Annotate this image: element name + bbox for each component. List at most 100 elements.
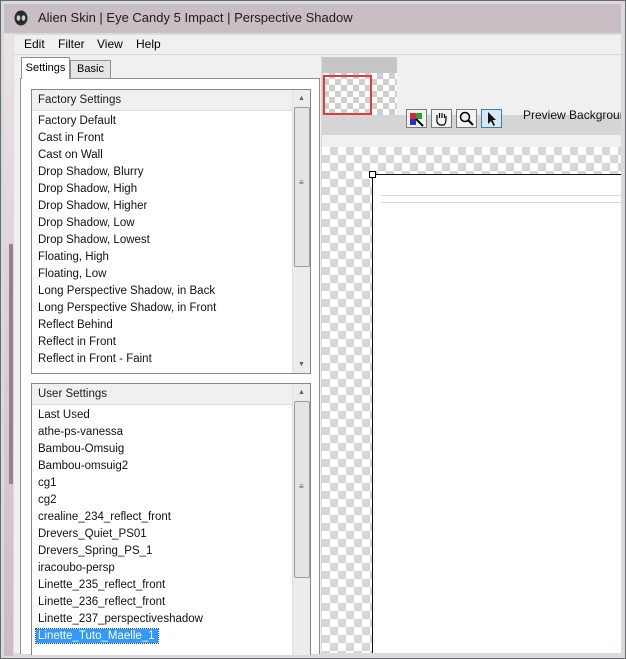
user-settings-items: Last Used athe-ps-vanessa Bambou-Omsuig Bam… <box>32 407 290 645</box>
list-item[interactable]: Reflect in Front <box>32 334 290 351</box>
list-item-label: Drop Shadow, Higher <box>38 200 148 212</box>
list-item[interactable]: Drevers_Quiet_PS01 <box>32 526 290 543</box>
list-item-label: Linette_Tuto_Maelle_1 <box>35 628 159 644</box>
user-settings-list[interactable]: User Settings Last Used athe-ps-vanessa Ba… <box>31 383 311 655</box>
list-item-label: Drop Shadow, Low <box>38 217 135 229</box>
list-item[interactable]: Drop Shadow, Blurry <box>32 164 290 181</box>
list-item-label: Last Used <box>38 409 90 421</box>
list-item[interactable]: athe-ps-vanessa <box>32 424 290 441</box>
list-item[interactable]: Factory Default <box>32 113 290 130</box>
list-item[interactable]: Floating, Low <box>32 266 290 283</box>
list-item[interactable]: iracoubo-persp <box>32 560 290 577</box>
list-item[interactable]: Bambou-omsuig2 <box>32 458 290 475</box>
list-item-label: crealine_234_reflect_front <box>38 511 171 523</box>
settings-tab-content: Factory Settings Factory Default Cast in … <box>20 78 320 655</box>
list-item-label: Linette_236_reflect_front <box>38 596 166 608</box>
scroll-down-icon[interactable]: ▼ <box>293 356 310 373</box>
list-item[interactable]: cg2 <box>32 492 290 509</box>
window-edge-bar <box>9 244 13 484</box>
scroll-thumb[interactable]: ≡ <box>294 107 310 267</box>
list-item-label: Floating, Low <box>38 268 107 280</box>
list-item[interactable]: Long Perspective Shadow, in Back <box>32 283 290 300</box>
app-window: Alien Skin | Eye Candy 5 Impact | Perspe… <box>0 0 626 659</box>
menu-filter[interactable]: Filter <box>58 37 85 51</box>
color-picker-button[interactable] <box>406 109 427 128</box>
list-item-label: Drevers_Spring_PS_1 <box>38 545 153 557</box>
list-item-label: cg2 <box>38 494 57 506</box>
scroll-thumb[interactable]: ≡ <box>294 401 310 578</box>
menu-view[interactable]: View <box>97 37 123 51</box>
list-item[interactable]: crealine_234_reflect_front <box>32 509 290 526</box>
list-item-label: Bambou-omsuig2 <box>38 460 129 472</box>
list-item[interactable]: Drevers_Spring_PS_1 <box>32 543 290 560</box>
shadow-handle[interactable] <box>369 171 376 178</box>
list-item[interactable]: cg1 <box>32 475 290 492</box>
grip-icon: ≡ <box>299 482 304 491</box>
user-settings-header: User Settings <box>32 384 296 405</box>
list-item-label: Cast in Front <box>38 132 104 144</box>
menu-edit[interactable]: Edit <box>24 37 45 51</box>
preview-line <box>381 202 621 203</box>
list-item[interactable]: Long Perspective Shadow, in Front <box>32 300 290 317</box>
preview-background-label[interactable]: Preview Background <box>523 108 621 122</box>
list-item[interactable]: Drop Shadow, High <box>32 181 290 198</box>
list-item[interactable]: Bambou-Omsuig <box>32 441 290 458</box>
select-button[interactable] <box>481 109 502 128</box>
navigator-view-frame[interactable] <box>323 75 372 115</box>
list-item-label: iracoubo-persp <box>38 562 115 574</box>
menu-bar: Edit Filter View Help <box>14 35 621 55</box>
user-scrollbar[interactable]: ▲ ≡ <box>292 384 310 655</box>
color-picker-icon <box>410 113 424 127</box>
list-item-label: Drop Shadow, Blurry <box>38 166 144 178</box>
factory-settings-header: Factory Settings <box>32 90 296 111</box>
list-item-label: Reflect Behind <box>38 319 113 331</box>
list-item-label: Factory Default <box>38 115 116 127</box>
menu-help[interactable]: Help <box>136 37 161 51</box>
alien-skin-icon <box>14 10 28 26</box>
preview-canvas[interactable] <box>322 147 621 653</box>
list-item[interactable]: Linette_237_perspectiveshadow <box>32 611 290 628</box>
list-item-label: Linette_235_reflect_front <box>38 579 166 591</box>
list-item[interactable]: Reflect in Front - Faint <box>32 351 290 368</box>
list-item-label: Bambou-Omsuig <box>38 443 125 455</box>
window-edge <box>4 34 13 656</box>
list-item-label: Floating, High <box>38 251 109 263</box>
title-bar: Alien Skin | Eye Candy 5 Impact | Perspe… <box>4 4 621 33</box>
pan-button[interactable] <box>431 109 452 128</box>
list-item-label: Long Perspective Shadow, in Back <box>38 285 216 297</box>
list-item-label: Drevers_Quiet_PS01 <box>38 528 147 540</box>
scroll-up-icon[interactable]: ▲ <box>293 90 310 107</box>
list-item[interactable]: Linette_235_reflect_front <box>32 577 290 594</box>
list-item[interactable]: Last Used <box>32 407 290 424</box>
list-item[interactable]: Reflect Behind <box>32 317 290 334</box>
factory-scrollbar[interactable]: ▲ ≡ ▼ <box>292 90 310 373</box>
list-item[interactable]: Linette_Tuto_Maelle_1 <box>32 628 290 645</box>
list-item-label: Cast on Wall <box>38 149 103 161</box>
list-item[interactable]: Drop Shadow, Lowest <box>32 232 290 249</box>
list-item-label: Long Perspective Shadow, in Front <box>38 302 217 314</box>
list-item-label: Reflect in Front - Faint <box>38 353 152 365</box>
tab-settings[interactable]: Settings <box>21 57 70 79</box>
factory-settings-list[interactable]: Factory Settings Factory Default Cast in … <box>31 89 311 374</box>
preview-line <box>381 195 621 196</box>
scroll-up-icon[interactable]: ▲ <box>293 384 310 401</box>
window-title: Alien Skin | Eye Candy 5 Impact | Perspe… <box>38 10 353 25</box>
preview-image <box>372 174 621 653</box>
list-item[interactable]: Linette_236_reflect_front <box>32 594 290 611</box>
list-item-label: Drop Shadow, Lowest <box>38 234 150 246</box>
zoom-icon <box>459 111 474 126</box>
list-item[interactable]: Drop Shadow, Low <box>32 215 290 232</box>
list-item[interactable]: Drop Shadow, Higher <box>32 198 290 215</box>
list-item-label: Reflect in Front <box>38 336 116 348</box>
list-item-label: Linette_237_perspectiveshadow <box>38 613 203 625</box>
navigator-thumbnail[interactable] <box>322 57 397 117</box>
arrow-pointer-icon <box>488 112 496 126</box>
list-item-label: Drop Shadow, High <box>38 183 138 195</box>
list-item[interactable]: Floating, High <box>32 249 290 266</box>
list-item[interactable]: Cast in Front <box>32 130 290 147</box>
list-item[interactable]: Cast on Wall <box>32 147 290 164</box>
zoom-button[interactable] <box>456 109 477 128</box>
list-item-label: athe-ps-vanessa <box>38 426 124 438</box>
settings-panel: Settings Basic Factory Settings Factory … <box>14 55 321 655</box>
tab-basic[interactable]: Basic <box>70 60 111 78</box>
